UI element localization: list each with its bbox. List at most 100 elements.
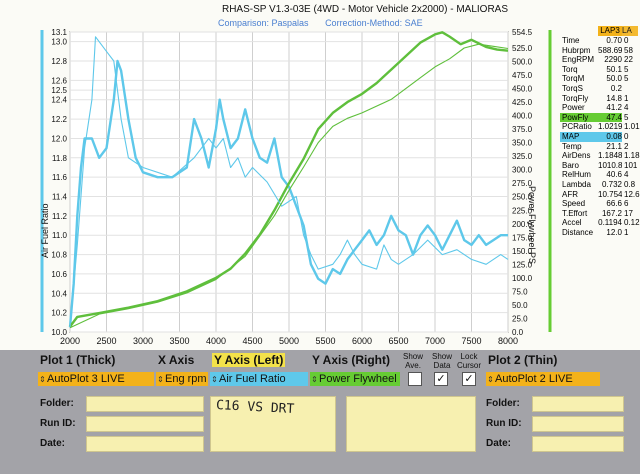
readout-value: 1	[624, 93, 629, 103]
y-right-tick-label: 554.5	[512, 28, 533, 37]
y-right-tick-label: 425.0	[512, 98, 533, 107]
plot2-folder-field[interactable]	[532, 396, 624, 412]
readout-label: AirDens	[562, 151, 591, 161]
readout-value: 1.18	[624, 151, 640, 161]
show-data-label: Show Data	[431, 352, 452, 370]
x-tick-label: 6500	[388, 336, 408, 346]
readout-value: 1	[624, 227, 629, 237]
readout-value: 6	[624, 199, 629, 209]
y-left-tick-label: 13.1	[51, 28, 67, 37]
chart-title: RHAS-SP V1.3-03E (4WD - Motor Vehicle 2x…	[221, 4, 509, 15]
plot2-runid-field[interactable]	[532, 416, 624, 432]
readout-label: Torq	[562, 64, 578, 74]
readout-value: 5	[624, 112, 629, 122]
y-left-tick-label: 12.4	[51, 96, 67, 105]
x-tick-label: 7000	[425, 336, 445, 346]
plot1-date-label: Date:	[40, 438, 66, 449]
y-left-tick-label: 11.2	[52, 212, 68, 221]
y-left-tick-label: 12.2	[51, 115, 67, 124]
chart-svg: 2000 2500 3000 3500 4000 4500 5000 5500 6000 6500…	[40, 28, 552, 346]
readout-label: T.Effort	[562, 208, 588, 218]
y-left-tick-label: 12.0	[51, 134, 67, 143]
y-right-tick-label: 325.0	[512, 152, 533, 161]
y-right-tick-label: 475.0	[512, 71, 533, 80]
readout-value: 0.2	[610, 83, 622, 93]
y-left-tick-label: 11.0	[52, 231, 68, 240]
plot2-date-field[interactable]	[532, 436, 624, 452]
plot2-runid-label: Run ID:	[486, 418, 522, 429]
y-axis-right-select-value: Power Flywheel	[319, 373, 397, 385]
readout-label: PowFly	[560, 112, 598, 123]
y-right-tick-label: 400.0	[512, 112, 533, 121]
readout-label: Speed	[562, 199, 586, 209]
lock-cursor-checkbox[interactable]: ✓	[462, 372, 476, 386]
show-data-checkbox[interactable]: ✓	[434, 372, 448, 386]
y-right-tick-label: 0.0	[512, 328, 524, 337]
x-axis-select[interactable]: ⇕ Eng rpm	[156, 372, 208, 386]
x-tick-label: 4000	[206, 336, 226, 346]
readout-row: TorqS 0.2	[560, 84, 640, 94]
readout-value: 58	[624, 45, 633, 55]
y-left-tick-label: 12.6	[51, 76, 67, 85]
plot2-select[interactable]: ⇕ AutoPlot 2 LIVE	[486, 372, 600, 386]
y-right-tick-label: 525.0	[512, 44, 533, 53]
readout-value: 0.1194	[598, 218, 622, 228]
x-tick-label: 4500	[242, 336, 262, 346]
y-axis-right-spinner-icon: ⇕	[311, 374, 318, 384]
readout-table: LAP3 LA Time 0.70 0 Hubrpm 588.69 58 EngRPM 229…	[560, 26, 640, 238]
y-axis-left-select[interactable]: ⇕ Air Fuel Ratio	[210, 372, 308, 386]
readout-label: Temp	[562, 141, 582, 151]
readout-row: EngRPM 2290 22	[560, 55, 640, 65]
plot1-select[interactable]: ⇕ AutoPlot 3 LIVE	[38, 372, 154, 386]
dyno-chart: 2000 2500 3000 3500 4000 4500 5000 5500 6000 6500…	[0, 26, 560, 348]
lock-cursor-label: Lock Cursor	[456, 352, 481, 370]
notes-box-right[interactable]	[346, 396, 476, 452]
readout-value: 47.4	[598, 112, 622, 123]
x-tick-label: 6000	[352, 336, 372, 346]
readout-value: 50.0	[606, 74, 622, 84]
y-left-tick-label: 11.4	[52, 193, 68, 202]
readout-value: 12.6	[624, 189, 640, 199]
readout-row: Distance 12.0 1	[560, 228, 640, 238]
y-axis-right-select[interactable]: ⇕ Power Flywheel	[310, 372, 400, 386]
readout-label: AFR	[562, 189, 578, 199]
show-ave-checkbox[interactable]	[408, 372, 422, 386]
y-right-tick-label: 75.0	[512, 287, 528, 296]
y-right-tick-label: 450.0	[512, 85, 533, 94]
readout-row: PCRatio 1.021991.01	[560, 122, 640, 132]
plot1-runid-field[interactable]	[86, 416, 204, 432]
show-ave-label: Show Ave.	[402, 352, 423, 370]
readout-value: 21.1	[606, 141, 622, 151]
plot1-folder-field[interactable]	[86, 396, 204, 412]
y-right-tick-label: 100.0	[512, 274, 533, 283]
plot2-date-label: Date:	[486, 438, 512, 449]
readout-value: 41.2	[606, 103, 622, 113]
y-left-tick-label: 12.8	[51, 57, 67, 66]
readout-label: RelHum	[562, 170, 591, 180]
readout-row: TorqM 50.0 5	[560, 74, 640, 84]
readout-value: 12.0	[606, 227, 622, 237]
readout-value: 10.754	[598, 189, 622, 199]
readout-header-lap3: LAP3	[598, 26, 622, 36]
readout-value: 101	[624, 160, 638, 170]
readout-value: 1.02199	[598, 122, 622, 132]
x-tick-label: 2500	[96, 336, 116, 346]
readout-value: 1.01	[624, 122, 640, 132]
y-left-tick-label: 13.0	[51, 38, 67, 47]
x-tick-label: 2000	[60, 336, 80, 346]
readout-header-lap2: LA	[622, 26, 638, 36]
readout-value: 66.6	[606, 199, 622, 209]
x-tick-label: 7500	[461, 336, 481, 346]
readout-label: Accel	[562, 218, 582, 228]
control-panel: Plot 1 (Thick) X Axis Y Axis (Left) Y Ax…	[0, 350, 640, 474]
x-axis-label: X Axis	[158, 353, 195, 367]
readout-label: TorqS	[562, 83, 583, 93]
y-right-tick-label: 300.0	[512, 166, 533, 175]
y-left-tick-label: 10.0	[51, 328, 67, 337]
readout-row: Accel 0.1194 0.12	[560, 218, 640, 228]
readout-row: RelHum 40.6 4	[560, 170, 640, 180]
x-tick-label: 3500	[169, 336, 189, 346]
plot1-date-field[interactable]	[86, 436, 204, 452]
plot1-spinner-icon: ⇕	[39, 374, 46, 384]
y-right-tick-label: 25.0	[512, 314, 528, 323]
